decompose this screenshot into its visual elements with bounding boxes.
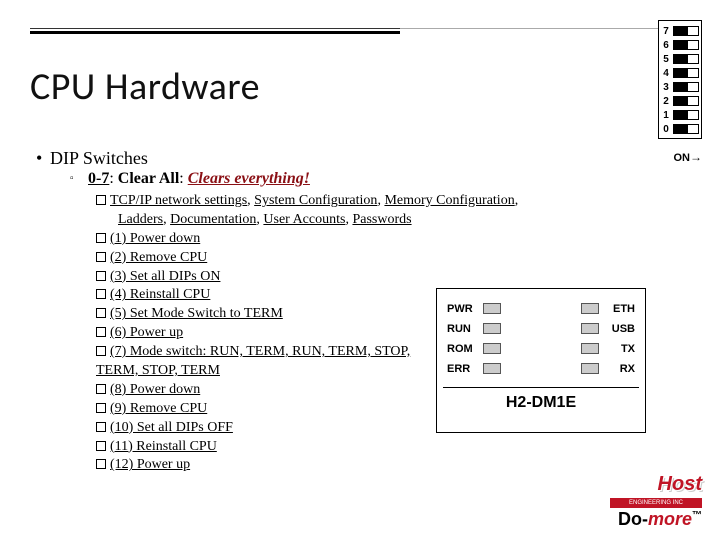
- step-11: (11) Reinstall CPU: [96, 438, 626, 457]
- step-1: (1) Power down: [96, 230, 626, 249]
- arrow-right-icon: →: [690, 150, 702, 164]
- checkbox-icon: [96, 252, 106, 262]
- dip-slot-icon: [673, 40, 699, 50]
- led-icon: [483, 323, 501, 334]
- checkbox-icon: [96, 441, 106, 451]
- led-icon: [483, 343, 501, 354]
- bullet-text: DIP Switches: [50, 148, 148, 168]
- led-icon: [581, 303, 599, 314]
- checkbox-icon: [96, 403, 106, 413]
- dip-slot-icon: [673, 54, 699, 64]
- dip-slot-icon: [673, 26, 699, 36]
- page-title: CPU Hardware: [30, 64, 260, 110]
- host-logo-tag: ENGINEERING INC: [610, 498, 702, 508]
- dip-slot-icon: [673, 110, 699, 120]
- range-label: 0-7: [88, 170, 109, 187]
- bullet-dip-switches: •DIP Switches: [36, 148, 148, 169]
- checkbox-icon: [96, 327, 106, 337]
- clear-all-label: Clear All: [118, 170, 179, 187]
- sub-bullet-clear-all: ▫ 0-7: Clear All: Clears everything!: [70, 170, 310, 188]
- domore-logo: Do-more™: [618, 509, 702, 530]
- module-model: H2-DM1E: [437, 394, 645, 412]
- checkbox-icon: [96, 271, 106, 281]
- checkbox-icon: [96, 422, 106, 432]
- step-3: (3) Set all DIPs ON: [96, 268, 626, 287]
- checkbox-icon: [96, 308, 106, 318]
- led-icon: [581, 363, 599, 374]
- led-icon: [581, 343, 599, 354]
- dip-on-label: ON→: [674, 150, 703, 164]
- host-logo: Host: [658, 473, 702, 496]
- led-icon: [581, 323, 599, 334]
- checkbox-icon: [96, 233, 106, 243]
- checkbox-icon: [96, 384, 106, 394]
- clears-everything: Clears everything!: [188, 170, 310, 187]
- step-12: (12) Power up: [96, 456, 626, 475]
- checkbox-icon: [96, 346, 106, 356]
- step-7: (7) Mode switch: RUN, TERM, RUN, TERM, S…: [96, 343, 426, 381]
- dip-slot-icon: [673, 68, 699, 78]
- checkbox-icon: [96, 459, 106, 469]
- dip-switch-diagram: 7 6 5 4 3 2 1 0: [658, 20, 702, 139]
- dip-slot-icon: [673, 124, 699, 134]
- checkbox-icon: [96, 289, 106, 299]
- led-icon: [483, 363, 501, 374]
- divider: [443, 387, 639, 388]
- checkbox-icon: [96, 195, 106, 205]
- dip-slot-icon: [673, 96, 699, 106]
- dip-slot-icon: [673, 82, 699, 92]
- led-icon: [483, 303, 501, 314]
- cpu-module-diagram: PWR RUN ROM ERR ETH USB TX RX H2-DM1E: [436, 288, 646, 433]
- desc-line: TCP/IP network settings, System Configur…: [96, 192, 626, 230]
- header-rule: [30, 28, 400, 34]
- step-2: (2) Remove CPU: [96, 249, 626, 268]
